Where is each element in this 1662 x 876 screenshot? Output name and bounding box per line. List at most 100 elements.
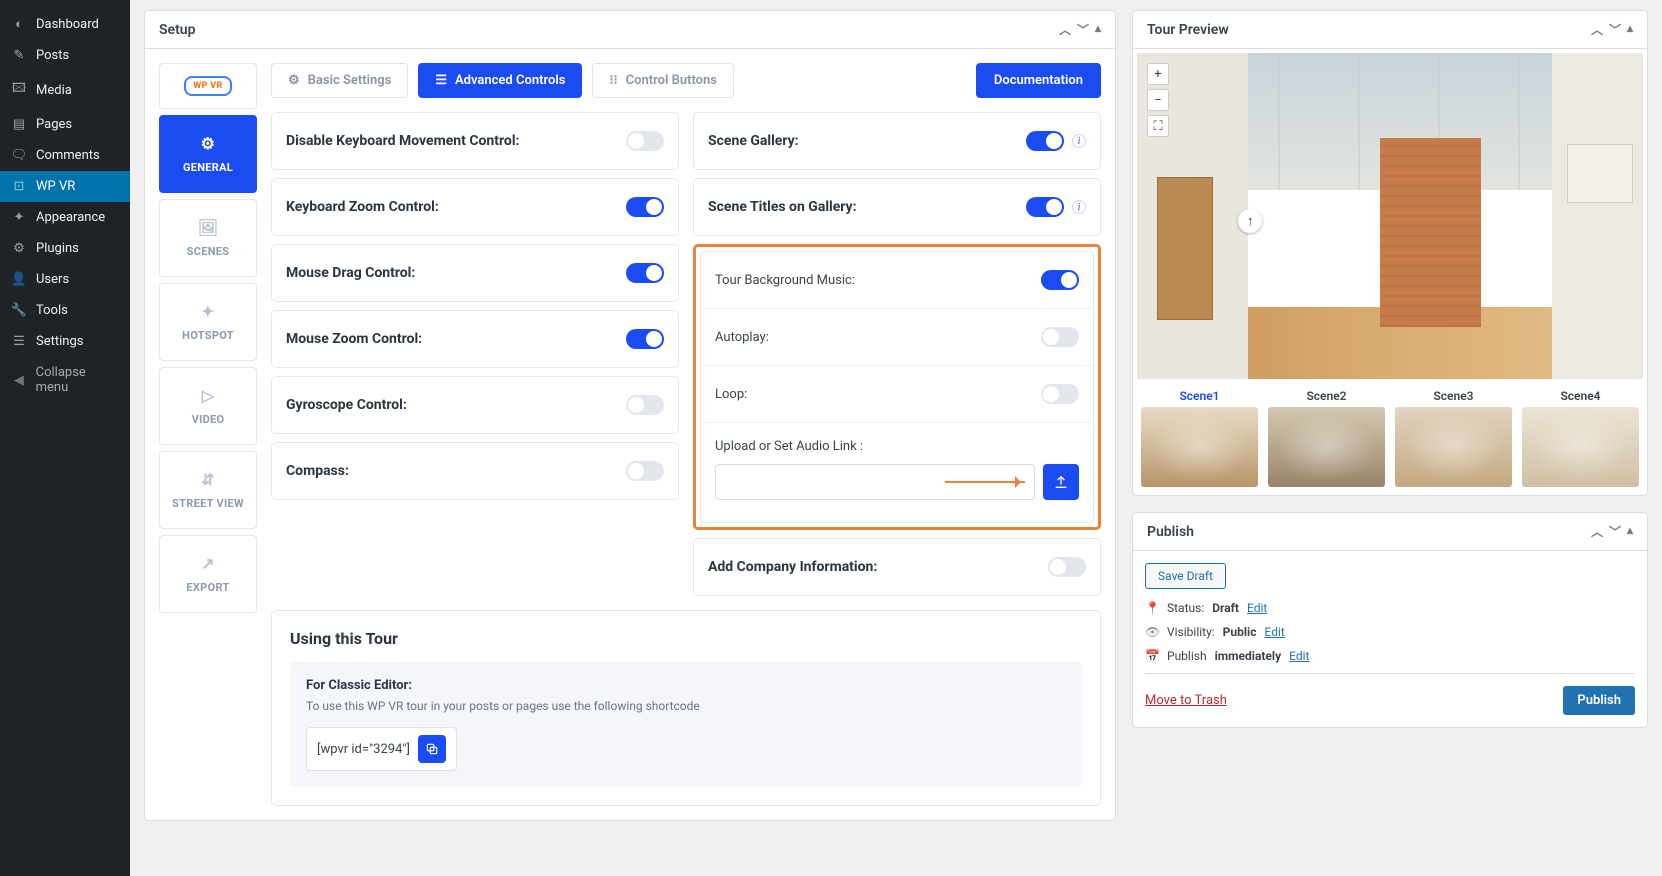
visibility-edit-link[interactable]: Edit <box>1264 625 1284 639</box>
tab-scenes[interactable]: 🖼SCENES <box>159 199 257 277</box>
sidebar-item-comments[interactable]: 🗨Comments <box>0 140 130 171</box>
control-toggle[interactable] <box>626 395 664 415</box>
panel-toggle-icon[interactable]: ▴ <box>1095 21 1101 38</box>
sidebar-item-posts[interactable]: ✎Posts <box>0 40 130 71</box>
scene-thumb-2[interactable]: Scene2 <box>1268 389 1385 487</box>
info-icon[interactable]: i <box>1072 200 1086 214</box>
control-toggle[interactable] <box>626 131 664 151</box>
pill-control-buttons[interactable]: ⁝⁝Control Buttons <box>592 63 734 98</box>
scene-thumbnails: Scene1 Scene2Scene3 Scene4 <box>1137 379 1643 491</box>
documentation-button[interactable]: Documentation <box>976 63 1101 98</box>
control-card: Keyboard Zoom Control: <box>271 178 679 236</box>
sidebar-icon: ◀ <box>10 373 28 388</box>
zoom-in-button[interactable]: + <box>1147 63 1169 85</box>
pill-label: Control Buttons <box>626 73 717 88</box>
sidebar-icon: 🗨 <box>10 148 28 163</box>
sidebar-label: Collapse menu <box>36 365 120 395</box>
panel-up-icon[interactable]: ︿ <box>1059 21 1071 38</box>
scene-thumb-4[interactable]: Scene4 <box>1522 389 1639 487</box>
panel-down-icon[interactable]: ﹀ <box>1609 523 1621 540</box>
sidebar-item-dashboard[interactable]: ◐Dashboard <box>0 8 130 40</box>
pill-advanced-controls[interactable]: ☰Advanced Controls <box>418 63 582 98</box>
info-icon[interactable]: i <box>1072 134 1086 148</box>
panel-toggle-icon[interactable]: ▴ <box>1627 523 1633 540</box>
sidebar-label: Plugins <box>36 241 79 256</box>
scene-thumb-1[interactable]: Scene1 <box>1141 389 1258 487</box>
using-tour-title: Using this Tour <box>290 629 1082 648</box>
scene-label: Scene1 <box>1141 389 1258 403</box>
publish-value: immediately <box>1215 649 1282 663</box>
sidebar-item-settings[interactable]: ☰Settings <box>0 326 130 357</box>
sidebar-item-appearance[interactable]: ✦Appearance <box>0 202 130 233</box>
publish-button[interactable]: Publish <box>1563 686 1635 715</box>
status-edit-link[interactable]: Edit <box>1247 601 1267 615</box>
loop-toggle[interactable] <box>1041 384 1079 404</box>
sidebar-item-users[interactable]: 👤Users <box>0 264 130 295</box>
control-toggle[interactable] <box>626 329 664 349</box>
preview-title: Tour Preview <box>1147 22 1229 38</box>
sidebar-item-plugins[interactable]: ⚙Plugins <box>0 233 130 264</box>
control-label: Disable Keyboard Movement Control: <box>286 133 519 149</box>
sidebar-item-collapse-menu[interactable]: ◀ Collapse menu <box>0 357 130 403</box>
sidebar-label: Posts <box>36 48 69 63</box>
tour-preview-panel: Tour Preview ︿ ﹀ ▴ <box>1132 10 1648 496</box>
panel-down-icon[interactable]: ﹀ <box>1609 21 1621 38</box>
sidebar-icon: 🖾 <box>10 79 28 101</box>
control-label: Mouse Zoom Control: <box>286 331 422 347</box>
control-toggle[interactable] <box>626 197 664 217</box>
sidebar-item-pages[interactable]: ▤Pages <box>0 109 130 140</box>
tab-general[interactable]: ⚙GENERAL <box>159 115 257 193</box>
save-draft-button[interactable]: Save Draft <box>1145 563 1226 589</box>
control-toggle[interactable] <box>626 461 664 481</box>
setup-title: Setup <box>159 22 195 38</box>
tab-street-view[interactable]: ⇵STREET VIEW <box>159 451 257 529</box>
company-info-toggle[interactable] <box>1048 557 1086 577</box>
company-info-card: Add Company Information: <box>693 538 1101 596</box>
company-info-label: Add Company Information: <box>708 559 877 575</box>
controls-left-column: Disable Keyboard Movement Control: Keyboa… <box>271 112 679 500</box>
sidebar-item-tools[interactable]: 🔧Tools <box>0 295 130 326</box>
visibility-label: Visibility: <box>1167 625 1215 639</box>
sidebar-item-media[interactable]: 🖾Media <box>0 71 130 109</box>
panorama-viewer[interactable]: ↑ + − ⛶ <box>1137 53 1643 379</box>
scene-thumbnail-image <box>1522 407 1639 487</box>
control-label: Mouse Drag Control: <box>286 265 415 281</box>
move-to-trash-link[interactable]: Move to Trash <box>1145 693 1227 708</box>
panel-toggle-icon[interactable]: ▴ <box>1627 21 1633 38</box>
scene-thumb-3[interactable]: Scene3 <box>1395 389 1512 487</box>
annotation-arrow <box>945 481 1025 483</box>
tab-label: VIDEO <box>192 413 225 426</box>
classic-editor-title: For Classic Editor: <box>306 678 1066 693</box>
publish-edit-link[interactable]: Edit <box>1289 649 1309 663</box>
scene-label: Scene4 <box>1522 389 1639 403</box>
control-toggle[interactable] <box>1026 131 1064 151</box>
panel-down-icon[interactable]: ﹀ <box>1077 21 1089 38</box>
autoplay-toggle[interactable] <box>1041 327 1079 347</box>
panel-up-icon[interactable]: ︿ <box>1591 523 1603 540</box>
control-toggle[interactable] <box>626 263 664 283</box>
fullscreen-button[interactable]: ⛶ <box>1147 115 1169 137</box>
status-value: Draft <box>1212 601 1239 615</box>
panel-up-icon[interactable]: ︿ <box>1591 21 1603 38</box>
autoplay-label: Autoplay: <box>715 330 769 345</box>
upload-audio-label: Upload or Set Audio Link : <box>715 439 1079 454</box>
tab-icon: ✦ <box>166 302 250 321</box>
sidebar-label: Pages <box>36 117 72 132</box>
bg-music-toggle[interactable] <box>1041 270 1079 290</box>
control-toggle[interactable] <box>1026 197 1064 217</box>
sidebar-icon: 👤 <box>10 272 28 287</box>
sidebar-item-wp-vr[interactable]: ⊡WP VR <box>0 171 130 202</box>
control-card: Mouse Drag Control: <box>271 244 679 302</box>
tab-label: EXPORT <box>186 581 229 594</box>
copy-shortcode-button[interactable] <box>418 735 446 763</box>
pill-basic-settings[interactable]: ⚙Basic Settings <box>271 63 408 98</box>
tab-video[interactable]: ▷VIDEO <box>159 367 257 445</box>
tab-label: STREET VIEW <box>172 497 244 510</box>
tab-hotspot[interactable]: ✦HOTSPOT <box>159 283 257 361</box>
classic-editor-desc: To use this WP VR tour in your posts or … <box>306 699 1066 713</box>
upload-audio-button[interactable] <box>1043 464 1079 500</box>
tab-label: GENERAL <box>183 161 233 174</box>
shortcode-box: [wpvr id="3294"] <box>306 727 457 771</box>
tab-export[interactable]: ↗EXPORT <box>159 535 257 613</box>
zoom-out-button[interactable]: − <box>1147 89 1169 111</box>
